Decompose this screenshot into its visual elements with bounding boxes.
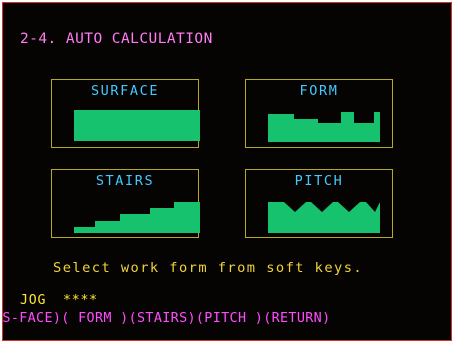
panel-pitch: PITCH [245,169,393,238]
softkey-return[interactable]: (RETURN) [263,312,330,326]
stairs-profile-icon [74,202,200,233]
softkey-surface[interactable]: (S-FACE) [3,312,61,326]
softkey-pitch[interactable]: (PITCH ) [196,312,263,326]
panel-form: FORM [245,79,393,148]
pitch-profile-icon [268,202,380,233]
jog-value: **** [62,293,98,308]
softkey-stairs[interactable]: (STAIRS) [129,312,196,326]
softkey-bar: (S-FACE)( FORM )(STAIRS)(PITCH )(RETURN) [3,312,330,326]
panel-stairs: STAIRS [51,169,200,238]
form-profile-icon [268,112,380,142]
surface-block-icon [74,110,200,141]
jog-status: JOG **** [20,293,98,308]
panel-surface: SURFACE [51,79,200,148]
jog-label: JOG [20,293,47,308]
softkey-form[interactable]: ( FORM ) [61,312,128,326]
screen-title: 2-4. AUTO CALCULATION [20,31,213,47]
soft-key-instruction: Select work form from soft keys. [53,260,364,276]
cnc-screen: 2-4. AUTO CALCULATION SURFACE FORM STAIR… [2,2,452,341]
